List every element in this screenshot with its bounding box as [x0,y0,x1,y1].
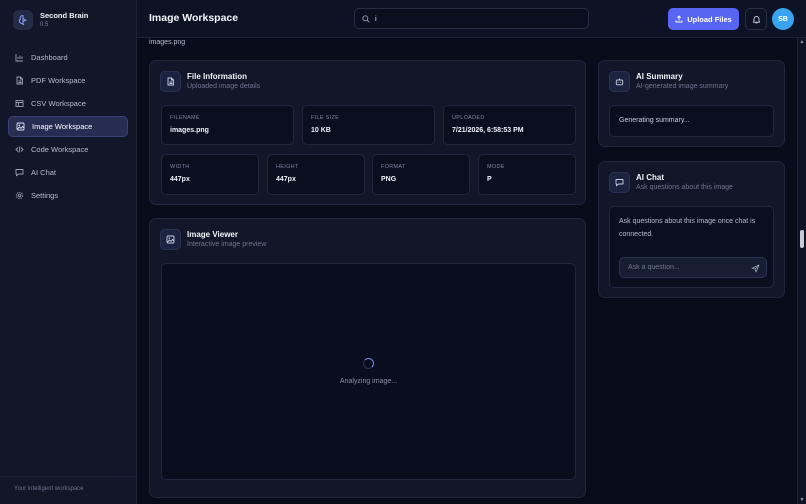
sidebar-item-pdf-workspace[interactable]: PDF Workspace [8,70,128,91]
sidebar-item-label: AI Chat [31,168,57,177]
file-information-card: File Information Uploaded image details … [149,60,586,205]
sidebar-nav: Dashboard PDF Workspace CSV Workspace Im… [8,47,128,208]
scroll-down-arrow-icon[interactable]: ▼ [799,497,805,503]
chat-message: Ask questions about this image once chat… [619,218,756,238]
chat-input-container[interactable] [619,257,767,278]
tile-value: 447px [170,176,190,183]
search-bar[interactable] [354,8,589,29]
sidebar-item-label: Code Workspace [31,145,89,154]
card-header: AI Summary AI-generated image summary [609,71,728,92]
card-subtitle: Interactive image preview [187,240,267,248]
analyzing-status: Analyzing image... [339,378,398,385]
main-content: images.png File Information Uploaded ima… [137,38,797,504]
sidebar-item-label: PDF Workspace [31,76,86,85]
sidebar-item-image-workspace[interactable]: Image Workspace [8,116,128,137]
main-scrollbar[interactable]: ▲ ▼ [797,38,806,504]
tile-label: FILE SIZE [311,115,340,121]
height-tile: HEIGHT 447px [267,154,365,195]
tile-value: 7/21/2026, 6:58:53 PM [452,127,524,134]
user-avatar[interactable]: SB [772,8,794,30]
card-subtitle: Uploaded image details [187,82,261,90]
card-header: File Information Uploaded image details [160,71,260,92]
sidebar-item-settings[interactable]: Settings [8,185,128,206]
bar-chart-icon [15,54,23,62]
tile-label: MODE [487,164,505,170]
brand-version: 0.5 [40,21,49,28]
tile-value: 10 KB [311,127,331,134]
code-icon [15,146,24,153]
notifications-button[interactable] [745,8,767,30]
uploaded-tile: UPLOADED 7/21/2026, 6:58:53 PM [443,105,576,145]
chat-icon [609,172,630,193]
tile-value: PNG [381,176,397,183]
card-title: AI Summary [636,71,683,81]
breadcrumb: images.png [149,39,186,46]
tile-label: UPLOADED [452,115,485,121]
document-icon [16,76,23,85]
image-viewer-card: Image Viewer Interactive image preview A… [149,218,586,498]
page-title: Image Workspace [149,12,239,24]
tile-label: FORMAT [381,164,406,170]
table-icon [15,100,24,107]
card-title: File Information [187,71,247,81]
chat-input[interactable] [628,264,746,271]
gear-icon [15,191,24,200]
robot-icon [609,71,630,92]
top-header: Image Workspace Upload Files SB [137,0,806,38]
sidebar-item-dashboard[interactable]: Dashboard [8,47,128,68]
tile-label: WIDTH [170,164,190,170]
bell-icon [752,15,760,23]
scroll-thumb[interactable] [800,230,804,248]
chat-icon [15,169,24,177]
ai-summary-card: AI Summary AI-generated image summary Ge… [598,60,785,147]
summary-status: Generating summary... [609,105,774,137]
image-icon [16,122,25,131]
tile-value: 447px [276,176,296,183]
sidebar-item-label: Image Workspace [32,122,93,131]
sidebar-item-csv-workspace[interactable]: CSV Workspace [8,93,128,114]
brand-name: Second Brain [40,10,89,20]
ai-chat-card: AI Chat Ask questions about this image A… [598,161,785,298]
scroll-up-arrow-icon[interactable]: ▲ [799,39,805,45]
card-header: Image Viewer Interactive image preview [160,229,266,250]
sidebar-item-ai-chat[interactable]: AI Chat [8,162,128,183]
search-input[interactable] [375,14,575,23]
loading-spinner-icon [363,358,374,369]
tile-value: P [487,176,492,183]
card-title: Image Viewer [187,229,238,239]
card-subtitle: Ask questions about this image [636,183,733,191]
upload-files-button[interactable]: Upload Files [668,8,739,30]
search-icon [362,14,370,23]
brain-logo-icon [13,10,33,30]
card-subtitle: AI-generated image summary [636,82,729,90]
tile-label: FILENAME [170,115,200,121]
file-size-tile: FILE SIZE 10 KB [302,105,435,145]
image-preview-area[interactable]: Analyzing image... [161,263,576,480]
document-icon [160,71,181,92]
mode-tile: MODE P [478,154,576,195]
card-header: AI Chat Ask questions about this image [609,172,733,193]
sidebar-item-code-workspace[interactable]: Code Workspace [8,139,128,160]
card-title: AI Chat [636,172,664,182]
chat-panel: Ask questions about this image once chat… [609,206,774,288]
sidebar-footer: Your intelligent workspace [0,476,137,504]
tile-label: HEIGHT [276,164,299,170]
send-button[interactable] [750,263,760,273]
filename-tile: FILENAME images.png [161,105,294,145]
image-icon [160,229,181,250]
tile-value: images.png [170,127,209,134]
upload-icon [675,15,683,23]
sidebar-item-label: Dashboard [31,53,68,62]
upload-files-label: Upload Files [687,14,732,24]
send-icon [751,264,759,272]
format-tile: FORMAT PNG [372,154,470,195]
sidebar-item-label: CSV Workspace [31,99,86,108]
sidebar-item-label: Settings [31,191,59,200]
sidebar: Second Brain 0.5 Dashboard PDF Workspace… [0,0,137,504]
width-tile: WIDTH 447px [161,154,259,195]
brand[interactable]: Second Brain 0.5 [13,10,88,30]
